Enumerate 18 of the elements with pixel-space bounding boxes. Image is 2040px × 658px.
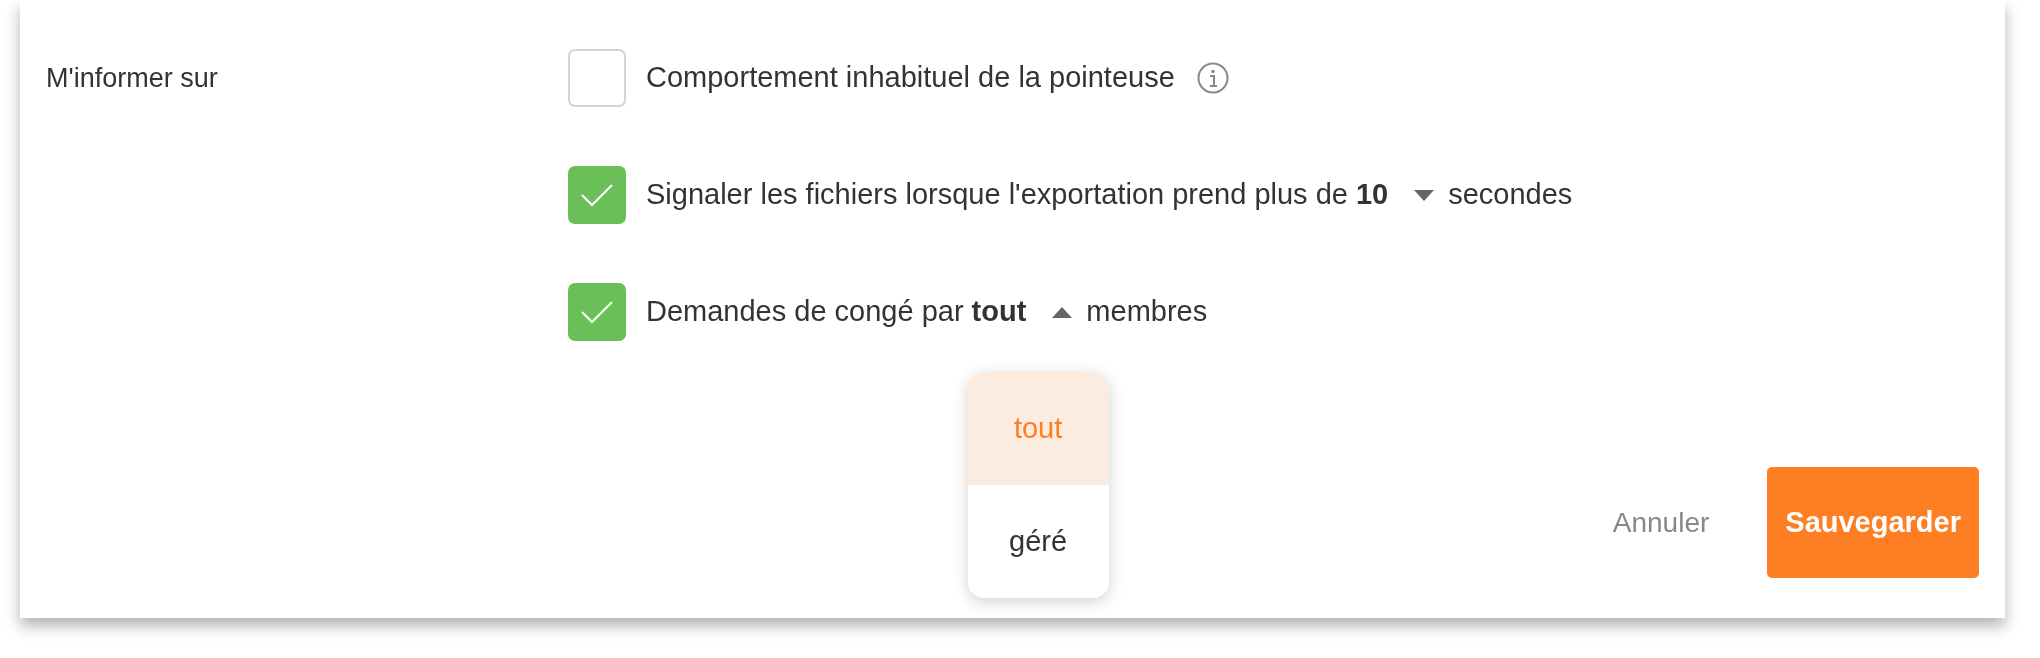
caret-down-icon xyxy=(1414,189,1435,201)
option-unit: membres xyxy=(1086,294,1208,330)
checkbox[interactable] xyxy=(568,166,626,224)
checkbox[interactable] xyxy=(568,49,626,107)
section-label: M'informer sur xyxy=(46,61,218,95)
cancel-button[interactable]: Annuler xyxy=(1612,501,1710,544)
checkmark-icon xyxy=(580,182,614,208)
info-icon[interactable] xyxy=(1196,62,1229,94)
menu-item[interactable]: géré xyxy=(967,484,1109,598)
checkmark-icon xyxy=(580,299,614,325)
checkbox[interactable] xyxy=(568,283,626,341)
option-label: Signaler les fichiers lorsque l'exportation prend plus de xyxy=(646,177,1348,213)
value-dropdown[interactable]: 10 xyxy=(1355,173,1435,217)
caret-up-icon xyxy=(1052,306,1073,318)
option-unit: secondes xyxy=(1448,177,1573,213)
option-label: Demandes de congé par xyxy=(646,294,964,330)
option-label: Comportement inhabituel de la pointeuse xyxy=(646,60,1175,96)
value-dropdown[interactable]: tout xyxy=(971,290,1073,334)
